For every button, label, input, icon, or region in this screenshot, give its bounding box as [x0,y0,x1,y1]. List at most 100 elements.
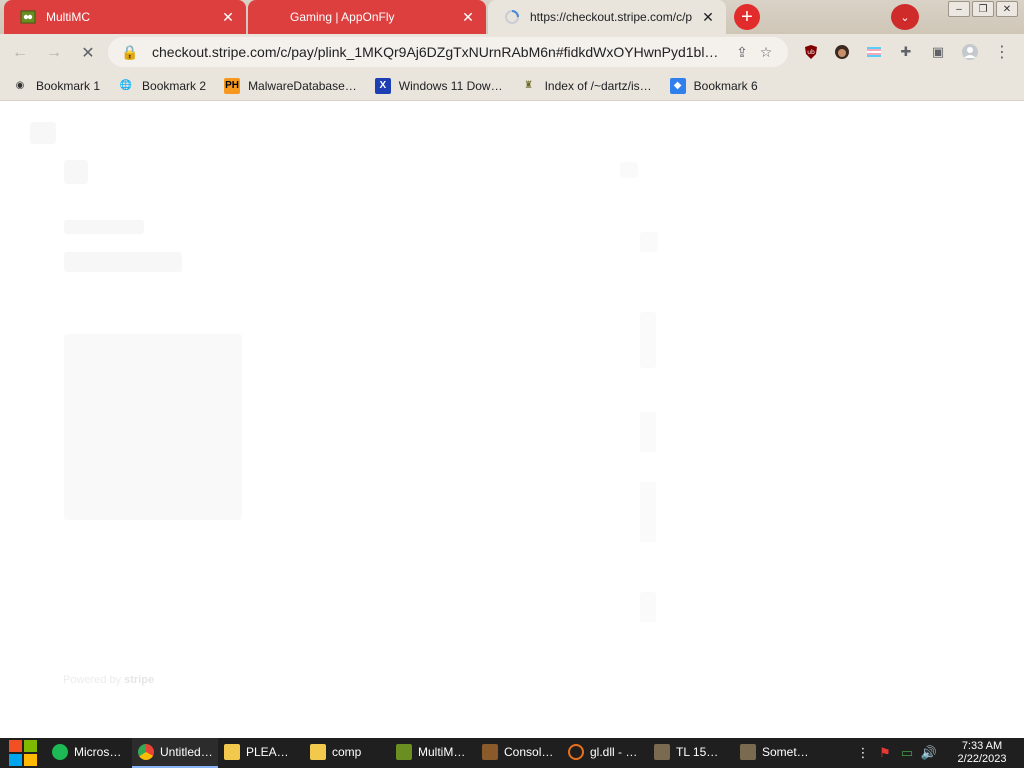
grass-block-icon [482,744,498,760]
ublock-extension-icon[interactable]: ub [798,39,824,65]
tab-title: https://checkout.stripe.com/c/p [530,10,693,24]
tab-multimc[interactable]: MultiMC ✕ [4,0,246,34]
multimc-icon [20,9,36,25]
bookmark-star-icon[interactable]: ☆ [754,44,778,61]
multimc-icon [396,744,412,760]
bookmark-item[interactable]: 🌐 Bookmark 2 [118,78,206,94]
taskbar-label: TL 15… [676,745,719,759]
new-tab-button[interactable]: + [734,4,760,30]
ph-icon: PH [224,77,241,94]
clock[interactable]: 7:33 AM 2/22/2023 [940,740,1024,766]
close-window-button[interactable]: ✕ [996,1,1018,17]
extensions-puzzle-icon[interactable]: ✚ [893,39,919,65]
product-image-placeholder [64,334,242,520]
taskbar-label: MultiM… [418,745,466,759]
tab-apponfly[interactable]: Gaming | AppOnFly ✕ [248,0,486,34]
form-placeholder [640,412,656,452]
bookmark-item[interactable]: PH MalwareDatabase… [224,77,357,94]
side-panel-icon[interactable]: ▣ [925,39,951,65]
menu-kebab-icon[interactable]: ⋮ [989,39,1015,65]
clock-time: 7:33 AM [961,740,1003,752]
taskbar: Micros… Untitled… PLEA… comp MultiM… Con… [0,738,1024,768]
restore-button[interactable]: ❐ [972,1,994,17]
taskbar-item[interactable]: Consol… [476,738,562,768]
browser-toolbar: ← → ✕ 🔒 checkout.stripe.com/c/pay/plink_… [0,34,1024,71]
robot-icon: ♜ [524,80,534,91]
bookmark-label: Bookmark 6 [693,78,758,93]
lock-icon[interactable]: 🔒 [118,44,142,61]
price-placeholder [64,252,182,272]
tab-title: MultiMC [46,10,90,24]
close-tab-icon[interactable]: ✕ [700,9,716,25]
folder-icon [310,744,326,760]
taskbar-label: gl.dll - … [590,745,638,759]
bookmark-label: Windows 11 Dow… [398,78,503,93]
minecraft-block-icon [654,744,670,760]
taskbar-item[interactable]: PLEA… [218,738,304,768]
flag-extension-icon[interactable] [861,39,887,65]
back-button[interactable]: ← [6,39,34,67]
tab-search-button[interactable]: ⌄ [891,4,919,30]
window-controls: – ❐ ✕ [948,1,1018,17]
taskbar-label: Somet… [762,745,809,759]
tab-strip: MultiMC ✕ Gaming | AppOnFly ✕ https://ch… [0,0,1024,34]
bookmark-label: Bookmark 2 [142,78,207,93]
tab-stripe-checkout[interactable]: https://checkout.stripe.com/c/p ✕ [488,0,726,34]
bookmarks-bar: ◉ Bookmark 1 🌐 Bookmark 2 PH MalwareData… [0,71,1024,101]
overflow-icon[interactable]: ⋮ [852,745,874,761]
close-tab-icon[interactable]: ✕ [220,9,236,25]
form-placeholder [620,162,638,178]
close-tab-icon[interactable]: ✕ [460,9,476,25]
minimize-button[interactable]: – [948,1,970,17]
bookmark-item[interactable]: ◆ Bookmark 6 [669,77,758,94]
chrome-icon [138,744,154,760]
bookmark-item[interactable]: X Windows 11 Dow… [374,77,503,94]
taskbar-item[interactable]: gl.dll - … [562,738,648,768]
network-icon[interactable]: ▭ [896,745,918,761]
taskbar-label: Micros… [74,745,122,759]
taskbar-item[interactable]: TL 15… [648,738,734,768]
bookmark-label: Index of /~dartz/is… [544,78,652,93]
form-placeholder [640,312,656,368]
volume-icon[interactable]: 🔊 [918,745,940,761]
loading-spinner-icon [504,9,520,25]
taskbar-item[interactable]: Untitled… [132,738,218,768]
form-placeholder [640,482,656,542]
form-placeholder [640,232,658,252]
gamepad-icon: ◉ [15,80,25,91]
forward-button[interactable]: → [40,39,68,67]
avatar-extension-icon[interactable] [829,39,855,65]
folder-icon [224,744,240,760]
minecraft-block-icon [740,744,756,760]
pay-button-placeholder [640,592,656,622]
taskbar-item[interactable]: comp [304,738,390,768]
x-icon: X [374,77,391,94]
bookmark-label: MalwareDatabase… [248,78,357,93]
blank-favicon-icon [264,9,280,25]
globe-icon: 🌐 [119,80,133,91]
doc-icon: ◆ [669,77,686,94]
taskbar-item[interactable]: MultiM… [390,738,476,768]
taskbar-label: PLEA… [246,745,289,759]
bookmark-item[interactable]: ◉ Bookmark 1 [12,78,100,94]
taskbar-label: Untitled… [160,745,213,759]
checkout-page: Powered by stripe [0,102,1024,738]
back-arrow-placeholder [30,122,56,144]
stop-loading-button[interactable]: ✕ [74,39,102,67]
logo-placeholder [64,160,88,184]
powered-by-stripe[interactable]: Powered by stripe [63,674,154,686]
bookmark-item[interactable]: ♜ Index of /~dartz/is… [521,78,652,94]
product-name-placeholder [64,220,144,234]
spotify-icon [52,744,68,760]
taskbar-label: comp [332,745,362,759]
taskbar-item[interactable]: Micros… [46,738,132,768]
taskbar-item[interactable]: Somet… [734,738,820,768]
flag-icon[interactable]: ⚑ [874,745,896,761]
start-button[interactable] [0,738,46,768]
url-text[interactable]: checkout.stripe.com/c/pay/plink_1MKQr9Aj… [152,44,730,60]
share-icon[interactable]: ⇪ [730,44,754,61]
system-tray: ⋮ ⚑ ▭ 🔊 7:33 AM 2/22/2023 [852,738,1024,768]
address-bar[interactable]: 🔒 checkout.stripe.com/c/pay/plink_1MKQr9… [108,37,788,67]
profile-icon[interactable] [957,39,983,65]
svg-text:ub: ub [807,49,815,56]
